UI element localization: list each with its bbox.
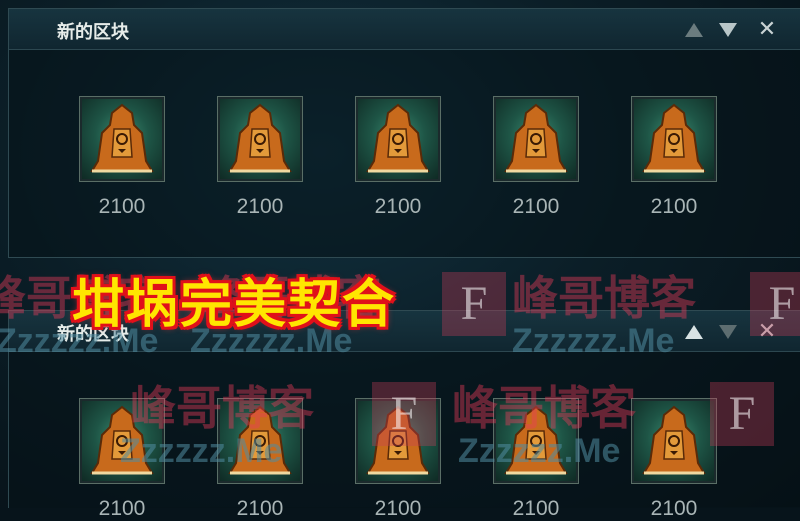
- bell-lantern-icon: [80, 399, 164, 483]
- move-down-button[interactable]: [719, 21, 739, 39]
- bell-lantern-icon: [632, 97, 716, 181]
- item-slot[interactable]: 2100: [217, 97, 303, 219]
- item-price: 2100: [650, 497, 698, 520]
- item-price: 2100: [98, 195, 146, 218]
- item-slot[interactable]: 2100: [631, 97, 717, 219]
- move-down-button[interactable]: [719, 323, 739, 341]
- bell-lantern-icon: [494, 399, 578, 483]
- bell-lantern-icon: [80, 97, 164, 181]
- block-panel-2: 新的区块 ✕ 2100 2100 2100 2100 2100: [8, 310, 800, 520]
- item-price: 2100: [236, 195, 284, 218]
- bell-lantern-icon: [632, 399, 716, 483]
- move-up-button[interactable]: [685, 21, 705, 39]
- arrow-down-icon: [719, 325, 737, 339]
- item-slot[interactable]: 2100: [355, 97, 441, 219]
- block-header: 新的区块 ✕: [9, 9, 800, 50]
- arrow-up-icon: [685, 325, 703, 339]
- item-price: 2100: [512, 497, 560, 520]
- close-button[interactable]: ✕: [757, 19, 777, 41]
- item-price: 2100: [512, 195, 560, 218]
- close-icon: ✕: [757, 319, 777, 344]
- close-icon: ✕: [757, 17, 777, 42]
- item-slot[interactable]: 2100: [217, 399, 303, 521]
- bell-lantern-icon: [356, 399, 440, 483]
- item-price: 2100: [374, 497, 422, 520]
- item-slot[interactable]: 2100: [355, 399, 441, 521]
- close-button[interactable]: ✕: [757, 321, 777, 343]
- block-title: 新的区块: [57, 22, 129, 43]
- item-price: 2100: [98, 497, 146, 520]
- bell-lantern-icon: [356, 97, 440, 181]
- bell-lantern-icon: [218, 97, 302, 181]
- bell-lantern-icon: [218, 399, 302, 483]
- block-panel-1: 新的区块 ✕ 2100 2100 2100 2100 2100: [8, 8, 800, 258]
- item-price: 2100: [236, 497, 284, 520]
- item-slot[interactable]: 2100: [631, 399, 717, 521]
- crucible-banner: 坩埚完美契合: [72, 275, 397, 335]
- item-slot[interactable]: 2100: [493, 97, 579, 219]
- item-slot[interactable]: 2100: [493, 399, 579, 521]
- item-slot[interactable]: 2100: [79, 97, 165, 219]
- item-price: 2100: [650, 195, 698, 218]
- move-up-button[interactable]: [685, 323, 705, 341]
- bell-lantern-icon: [494, 97, 578, 181]
- item-slot[interactable]: 2100: [79, 399, 165, 521]
- arrow-down-icon: [719, 23, 737, 37]
- item-price: 2100: [374, 195, 422, 218]
- arrow-up-icon: [685, 23, 703, 37]
